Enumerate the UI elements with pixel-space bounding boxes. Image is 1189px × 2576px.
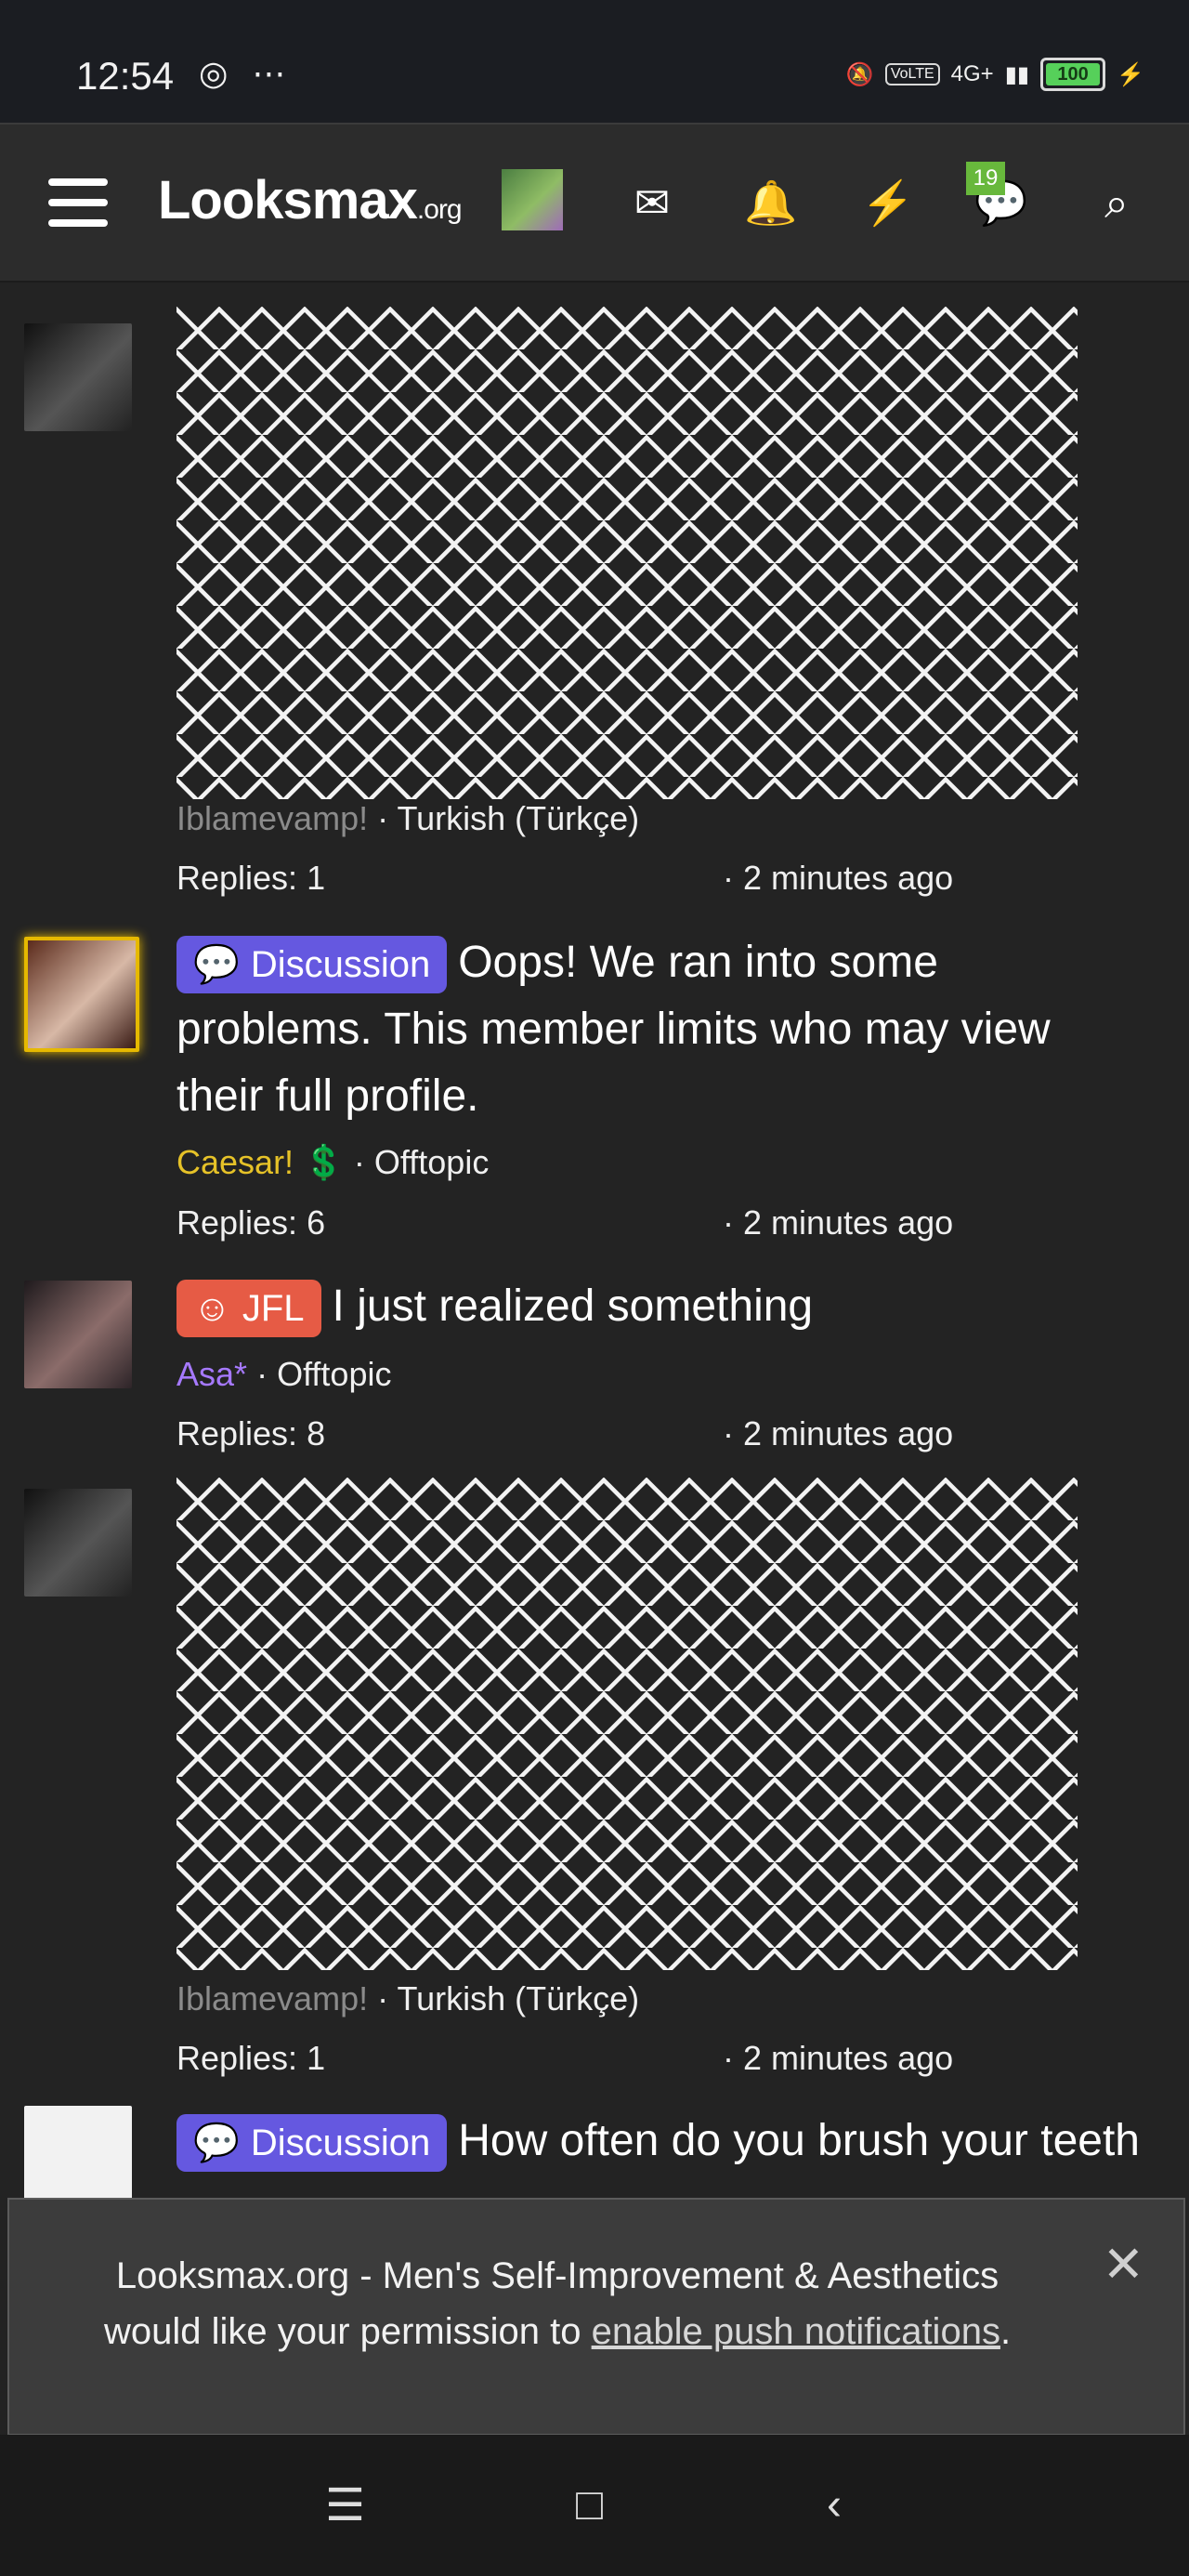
site-suffix: .org bbox=[416, 194, 463, 225]
thread-title-text: I just realized something bbox=[332, 1281, 814, 1331]
thread-item[interactable]: 💬 Discussion How often do you brush your… bbox=[0, 2100, 1189, 2198]
push-notification-text: Looksmax.org - Men's Self-Improvement & … bbox=[84, 2248, 1031, 2359]
discussion-tag: 💬 Discussion bbox=[176, 936, 448, 994]
chat-icon: 💬 bbox=[193, 944, 240, 986]
top-navigation: Looksmax.org ✉ 🔔 ⚡ 💬 19 ⌕ bbox=[0, 123, 1189, 283]
account-avatar[interactable] bbox=[502, 169, 563, 230]
recent-apps-icon[interactable]: ☰ bbox=[325, 2479, 365, 2531]
replies-count: Replies: 6 bbox=[176, 1203, 326, 1242]
thread-title[interactable]: ☺ JFL I just realized something bbox=[176, 1273, 1143, 1340]
forum-link[interactable]: Turkish (Türkçe) bbox=[397, 1979, 639, 2017]
replies-count: Replies: 8 bbox=[176, 1414, 326, 1452]
signal-icon: ▮▮ bbox=[1004, 61, 1030, 87]
jfl-tag-label: JFL bbox=[242, 1288, 305, 1330]
post-time: · 2 minutes ago bbox=[723, 1203, 954, 1242]
thread-title[interactable]: 💬 Discussion How often do you brush your… bbox=[176, 2108, 1143, 2175]
premium-badge: 💲 bbox=[303, 1143, 345, 1181]
volte-icon: VoLTE bbox=[884, 63, 940, 85]
battery-level: 100 bbox=[1057, 63, 1089, 85]
post-time: · 2 minutes ago bbox=[723, 2039, 954, 2077]
bolt-icon[interactable]: ⚡ bbox=[860, 175, 916, 230]
battery-icon: 100 bbox=[1040, 58, 1106, 91]
thread-meta: Iblamevamp! · Turkish (Türkçe) bbox=[176, 1979, 640, 2017]
user-avatar[interactable] bbox=[24, 1489, 132, 1597]
status-indicators-right: 🔕 VoLTE 4G+ ▮▮ 100 ⚡ bbox=[846, 58, 1144, 91]
forum-link[interactable]: Turkish (Türkçe) bbox=[397, 799, 639, 837]
laugh-icon: ☺ bbox=[193, 1288, 231, 1330]
spam-pattern bbox=[176, 1478, 1078, 1970]
thread-stats: Replies: 8 · 2 minutes ago bbox=[176, 1414, 975, 1453]
enable-push-notifications-link[interactable]: enable push notifications bbox=[592, 2311, 1000, 2352]
post-time: · 2 minutes ago bbox=[723, 859, 954, 897]
replies-count: Replies: 1 bbox=[176, 859, 326, 897]
thread-meta: Caesar! 💲 · Offtopic bbox=[176, 1143, 490, 1181]
jfl-tag: ☺ JFL bbox=[176, 1280, 321, 1338]
status-bar: 12:54 ◎ ⋯ 🔕 VoLTE 4G+ ▮▮ 100 ⚡ bbox=[0, 0, 1189, 123]
thread-item[interactable]: Iblamevamp! · Turkish (Türkçe) Replies: … bbox=[0, 279, 1189, 929]
conversation-count-badge: 19 bbox=[966, 162, 1005, 195]
thread-meta: Asa* · Offtopic bbox=[176, 1355, 392, 1393]
site-logo[interactable]: Looksmax.org bbox=[158, 169, 463, 231]
thread-stats: Replies: 1 · 2 minutes ago bbox=[176, 859, 975, 898]
thread-stats: Replies: 6 · 2 minutes ago bbox=[176, 1203, 975, 1242]
author-link[interactable]: Iblamevamp! bbox=[176, 799, 368, 837]
bell-icon[interactable]: 🔔 bbox=[743, 175, 799, 230]
back-icon[interactable]: ‹ bbox=[827, 2479, 842, 2530]
user-avatar[interactable] bbox=[24, 2106, 132, 2198]
thread-item[interactable]: ☺ JFL I just realized something Asa* · O… bbox=[0, 1273, 1189, 1468]
user-avatar[interactable] bbox=[24, 937, 139, 1052]
thread-meta: Iblamevamp! · Turkish (Türkçe) bbox=[176, 799, 640, 837]
thread-stats: Replies: 1 · 2 minutes ago bbox=[176, 2039, 975, 2078]
user-avatar[interactable] bbox=[24, 323, 132, 431]
push-notification-trailing: . bbox=[1000, 2311, 1012, 2352]
discussion-tag: 💬 Discussion bbox=[176, 2114, 448, 2173]
mute-icon: 🔕 bbox=[845, 61, 874, 87]
status-indicators-left: ◎ ⋯ bbox=[199, 54, 294, 92]
push-notification-prompt: Looksmax.org - Men's Self-Improvement & … bbox=[7, 2198, 1185, 2436]
system-navigation-bar: ☰ □ ‹ bbox=[0, 2435, 1189, 2576]
author-link[interactable]: Iblamevamp! bbox=[176, 1979, 368, 2017]
chat-icon: 💬 bbox=[193, 2123, 240, 2164]
search-icon[interactable]: ⌕ bbox=[1089, 175, 1144, 230]
home-icon[interactable]: □ bbox=[576, 2479, 603, 2530]
close-icon[interactable]: ✕ bbox=[1103, 2237, 1144, 2293]
author-link[interactable]: Asa* bbox=[176, 1355, 247, 1393]
thread-title-text: How often do you brush your teeth bbox=[458, 2116, 1140, 2165]
forum-link[interactable]: Offtopic bbox=[277, 1355, 391, 1393]
thread-list: Iblamevamp! · Turkish (Türkçe) Replies: … bbox=[0, 279, 1189, 2198]
replies-count: Replies: 1 bbox=[176, 2039, 326, 2077]
author-link[interactable]: Caesar! bbox=[176, 1143, 294, 1181]
clock: 12:54 bbox=[76, 54, 175, 98]
thread-item[interactable]: 💬 Discussion Oops! We ran into some prob… bbox=[0, 929, 1189, 1245]
discussion-tag-label: Discussion bbox=[250, 944, 431, 986]
thread-title[interactable]: 💬 Discussion Oops! We ran into some prob… bbox=[176, 929, 1143, 1130]
forum-link[interactable]: Offtopic bbox=[374, 1143, 489, 1181]
discussion-tag-label: Discussion bbox=[250, 2123, 431, 2164]
network-type: 4G+ bbox=[950, 61, 994, 86]
charging-icon: ⚡ bbox=[1117, 61, 1144, 87]
menu-icon[interactable] bbox=[48, 178, 108, 227]
user-avatar[interactable] bbox=[24, 1281, 132, 1388]
site-name: Looksmax bbox=[158, 170, 418, 230]
spam-pattern bbox=[176, 307, 1078, 799]
post-time: · 2 minutes ago bbox=[723, 1414, 954, 1452]
thread-item[interactable]: Iblamevamp! · Turkish (Türkçe) Replies: … bbox=[0, 1478, 1189, 2119]
mail-icon[interactable]: ✉ bbox=[624, 175, 680, 230]
